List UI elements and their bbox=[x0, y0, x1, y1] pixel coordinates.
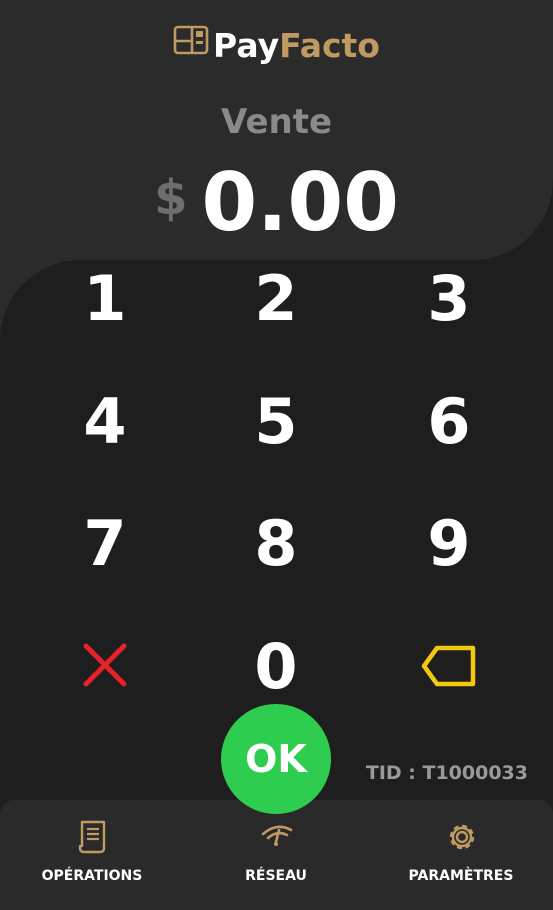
backspace-icon bbox=[421, 630, 477, 703]
key-4[interactable]: 4 bbox=[25, 371, 185, 471]
key-6[interactable]: 6 bbox=[369, 371, 529, 471]
nav-operations-label: OPÉRATIONS bbox=[41, 868, 143, 884]
currency-symbol: $ bbox=[154, 170, 188, 226]
key-9[interactable]: 9 bbox=[369, 493, 529, 593]
nav-network-label: RÉSEAU bbox=[245, 868, 307, 884]
nav-operations[interactable]: OPÉRATIONS bbox=[0, 800, 184, 910]
close-x-icon bbox=[82, 630, 128, 703]
brand-facto-text: Facto bbox=[279, 26, 380, 65]
card-logo-icon bbox=[173, 24, 209, 65]
backspace-button[interactable] bbox=[369, 616, 529, 716]
amount-value: 0.00 bbox=[201, 156, 399, 249]
nav-network[interactable]: RÉSEAU bbox=[184, 800, 368, 910]
nav-settings-label: PARAMÈTRES bbox=[408, 868, 514, 884]
clear-button[interactable] bbox=[25, 616, 185, 716]
key-3[interactable]: 3 bbox=[369, 248, 529, 348]
terminal-id: TID : T1000033 bbox=[365, 762, 528, 784]
bottom-nav: OPÉRATIONS RÉSEAU PARAMÈTRES bbox=[0, 800, 553, 910]
ok-button[interactable]: OK bbox=[221, 704, 331, 814]
key-5[interactable]: 5 bbox=[196, 371, 356, 471]
transaction-type-label: Vente bbox=[220, 102, 333, 142]
key-7[interactable]: 7 bbox=[25, 493, 185, 593]
key-8[interactable]: 8 bbox=[196, 493, 356, 593]
payfacto-logo: PayFacto bbox=[0, 24, 553, 66]
key-0[interactable]: 0 bbox=[196, 616, 356, 716]
key-2[interactable]: 2 bbox=[196, 248, 356, 348]
amount-display: $0.00 bbox=[0, 160, 553, 250]
nav-settings[interactable]: PARAMÈTRES bbox=[369, 800, 553, 910]
brand-pay-text: Pay bbox=[213, 26, 280, 65]
key-1[interactable]: 1 bbox=[25, 248, 185, 348]
